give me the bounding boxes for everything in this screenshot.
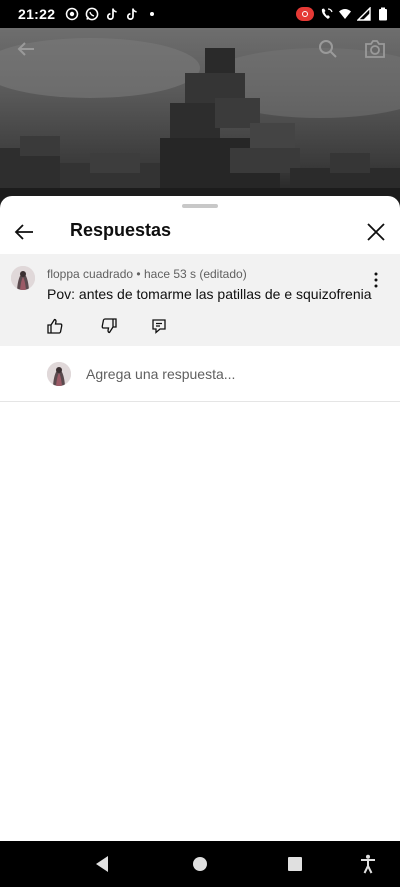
status-time: 21:22: [18, 6, 56, 22]
battery-icon: [376, 7, 390, 21]
nav-back-button[interactable]: [91, 853, 113, 875]
home-circle-icon: [193, 857, 207, 871]
comment-time: hace 53 s (editado): [143, 267, 247, 281]
close-icon: [367, 223, 385, 241]
wifi-call-icon: [319, 7, 333, 21]
comment-author[interactable]: floppa cuadrado: [47, 267, 133, 281]
nav-accessibility-button[interactable]: [357, 853, 379, 875]
sheet-back-button[interactable]: [12, 220, 36, 244]
user-avatar: [47, 362, 71, 386]
recents-square-icon: [288, 857, 302, 871]
video-player[interactable]: [0, 28, 400, 208]
drag-handle[interactable]: [182, 204, 218, 208]
reply-input[interactable]: [86, 366, 366, 382]
replies-sheet: Respuestas floppa cuadrado • hace 53 s (…: [0, 196, 400, 841]
arrow-left-icon: [14, 224, 33, 240]
system-nav-bar: [0, 841, 400, 887]
arrow-left-icon: [17, 42, 34, 56]
wifi-icon: [338, 7, 352, 21]
comment-meta: floppa cuadrado • hace 53 s (editado): [47, 267, 247, 281]
dislike-icon: [101, 318, 117, 334]
accessibility-icon: [361, 854, 375, 874]
dot-icon: [145, 7, 159, 21]
video-back-button[interactable]: [16, 39, 40, 63]
more-vert-icon: [374, 272, 378, 288]
back-triangle-icon: [96, 856, 108, 872]
reply-composer: [0, 346, 400, 402]
avatar-image: [11, 266, 35, 290]
nav-home-button[interactable]: [189, 853, 211, 875]
screen-record-icon: [65, 7, 79, 21]
reply-icon: [152, 319, 166, 334]
reply-button[interactable]: [150, 317, 168, 335]
sheet-close-button[interactable]: [364, 220, 388, 244]
status-bar: 21:22: [0, 0, 400, 28]
nav-recents-button[interactable]: [284, 853, 306, 875]
comment-avatar[interactable]: [11, 266, 35, 290]
meta-separator: •: [136, 267, 141, 281]
status-system-icons: [296, 7, 390, 21]
comment-text: Pov: antes de tomarme las patillas de e …: [47, 286, 372, 302]
comment-menu-button[interactable]: [366, 270, 386, 290]
status-notification-icons: [65, 7, 159, 21]
tiktok-icon: [125, 7, 139, 21]
video-camera-button[interactable]: [364, 39, 388, 63]
dislike-button[interactable]: [100, 317, 118, 335]
parent-comment: floppa cuadrado • hace 53 s (editado) Po…: [0, 254, 400, 346]
camera-icon: [365, 40, 385, 58]
video-search-button[interactable]: [318, 39, 342, 63]
tiktok-icon: [105, 7, 119, 21]
recording-badge-icon: [296, 7, 314, 21]
like-icon: [47, 318, 63, 334]
avatar-image: [47, 362, 71, 386]
search-icon: [319, 40, 337, 58]
sheet-title: Respuestas: [70, 220, 172, 240]
like-button[interactable]: [46, 317, 64, 335]
sheet-header: Respuestas: [0, 212, 400, 252]
signal-icon: [357, 7, 371, 21]
whatsapp-icon: [85, 7, 99, 21]
